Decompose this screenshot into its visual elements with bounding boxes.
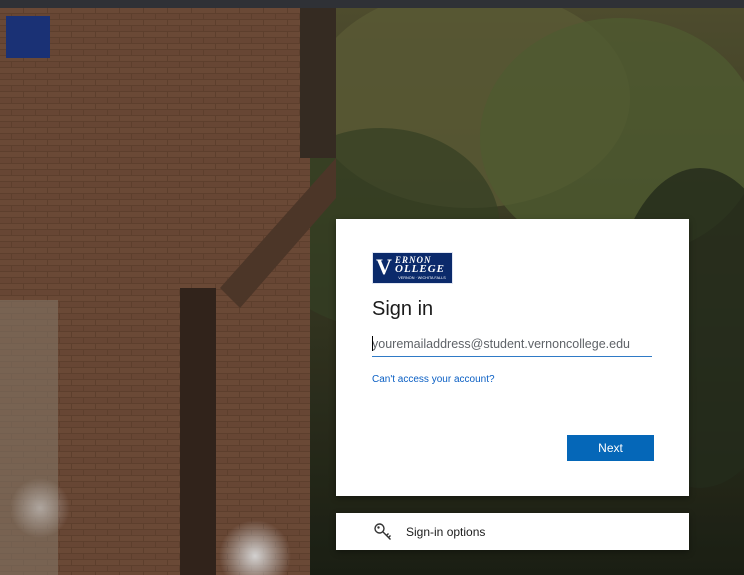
signin-options-button[interactable]: Sign-in options (336, 513, 689, 550)
window-top-bar (0, 0, 744, 8)
cant-access-account-link[interactable]: Can't access your account? (372, 374, 495, 385)
vernon-college-logo: V ERNON OLLEGE VERNON · WICHITA FALLS (372, 252, 453, 284)
next-button[interactable]: Next (567, 435, 654, 461)
text-caret (372, 336, 373, 351)
signin-options-label: Sign-in options (406, 525, 486, 539)
logo-monogram: V (376, 254, 392, 279)
logo-line-2: OLLEGE (395, 263, 445, 275)
email-field[interactable] (372, 332, 652, 357)
key-icon (374, 523, 391, 540)
logo-subtitle: VERNON · WICHITA FALLS (398, 276, 446, 280)
page-title: Sign in (372, 298, 434, 320)
signin-card: V ERNON OLLEGE VERNON · WICHITA FALLS Si… (336, 219, 689, 496)
